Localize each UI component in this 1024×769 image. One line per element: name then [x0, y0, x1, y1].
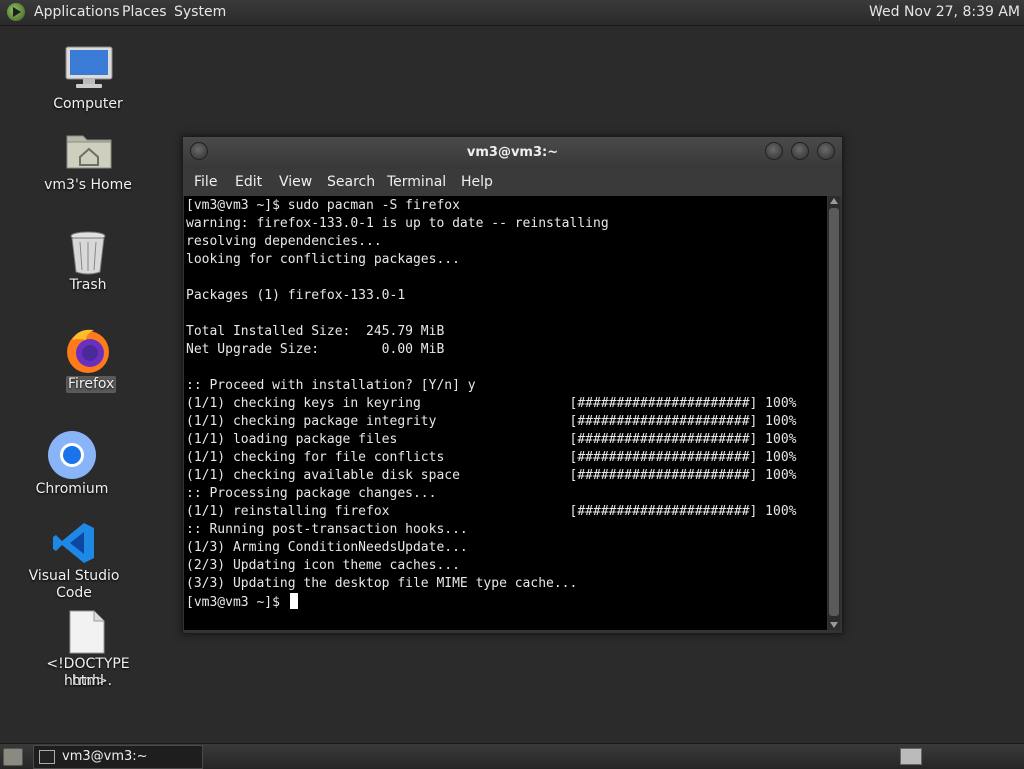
terminal-line: looking for conflicting packages... — [186, 252, 460, 267]
terminal-line: [vm3@vm3 ~]$ — [186, 593, 796, 611]
maximize-button[interactable] — [791, 142, 809, 160]
places-menu[interactable]: Places — [122, 4, 167, 20]
desktop-icon-computer[interactable]: Computer — [38, 44, 138, 114]
terminal-menubar: File Edit View Search Terminal Help — [183, 169, 842, 196]
terminal-line: Net Upgrade Size: 0.00 MiB — [186, 342, 445, 357]
terminal-icon — [39, 750, 55, 764]
terminal-line: warning: firefox-133.0-1 is up to date -… — [186, 216, 609, 231]
menu-file[interactable]: File — [194, 174, 217, 190]
scroll-down-arrow-icon[interactable] — [830, 622, 838, 628]
bottom-panel: vm3@vm3:~ — [0, 743, 1024, 769]
desktop-icon-trash[interactable]: Trash — [38, 228, 138, 298]
menu-view[interactable]: View — [279, 174, 312, 190]
terminal-window[interactable]: vm3@vm3:~ File Edit View Search Terminal… — [182, 136, 843, 634]
desktop-icon-chromium[interactable]: Chromium — [22, 428, 122, 500]
top-panel: Applications Places System Wed Nov 27, 8… — [0, 0, 1024, 26]
taskbar-item-terminal[interactable]: vm3@vm3:~ — [33, 745, 203, 769]
menu-edit[interactable]: Edit — [235, 174, 262, 190]
menu-search[interactable]: Search — [327, 174, 375, 190]
distro-logo-icon[interactable] — [7, 3, 25, 21]
terminal-line: (1/1) checking keys in keyring [########… — [186, 396, 797, 411]
show-desktop-icon[interactable] — [3, 748, 23, 766]
text-file-icon — [69, 610, 105, 654]
scroll-up-arrow-icon[interactable] — [830, 198, 838, 204]
desktop-icon-label: Trash — [69, 277, 107, 293]
close-button[interactable] — [817, 142, 835, 160]
window-titlebar[interactable]: vm3@vm3:~ — [183, 137, 842, 169]
workspace-switcher[interactable] — [900, 748, 922, 765]
taskbar-item-label: vm3@vm3:~ — [62, 749, 148, 764]
applications-menu[interactable]: Applications — [34, 4, 120, 20]
desktop-icon-label: Firefox — [66, 376, 117, 393]
chromium-icon — [48, 431, 96, 479]
scroll-thumb[interactable] — [829, 208, 839, 616]
terminal-output[interactable]: [vm3@vm3 ~]$ sudo pacman -S firefox warni… — [184, 196, 827, 630]
terminal-text: [vm3@vm3 ~]$ sudo pacman -S firefox warni… — [186, 197, 796, 611]
vscode-icon — [53, 523, 94, 563]
terminal-line: Packages (1) firefox-133.0-1 — [186, 288, 406, 303]
system-menu[interactable]: System — [174, 4, 226, 20]
terminal-line: Total Installed Size: 245.79 MiB — [186, 324, 445, 339]
terminal-line: resolving dependencies... — [186, 234, 382, 249]
desktop-icon-firefox[interactable]: Firefox — [38, 324, 138, 396]
desktop-icon-label: vm3's Home — [44, 177, 132, 193]
desktop-icon-label: Chromium — [35, 481, 109, 497]
terminal-line: :: Proceed with installation? [Y/n] y — [186, 378, 476, 393]
terminal-line: (3/3) Updating the desktop file MIME typ… — [186, 576, 578, 591]
terminal-line: [vm3@vm3 ~]$ sudo pacman -S firefox — [186, 198, 460, 213]
terminal-line: (1/1) checking for file conflicts [#####… — [186, 450, 797, 465]
text-cursor — [289, 593, 298, 609]
menu-help[interactable]: Help — [461, 174, 493, 190]
menu-terminal[interactable]: Terminal — [387, 174, 446, 190]
clock[interactable]: Wed Nov 27, 8:39 AM — [869, 4, 1020, 20]
desktop-icon-vscode[interactable]: Visual Studio Code — [12, 518, 136, 601]
terminal-line: (2/3) Updating icon theme caches... — [186, 558, 460, 573]
terminal-line: (1/1) reinstalling firefox [############… — [186, 504, 797, 519]
terminal-line: (1/1) loading package files [###########… — [186, 432, 797, 447]
desktop-icon-home[interactable]: vm3's Home — [38, 126, 138, 196]
minimize-button[interactable] — [765, 142, 783, 160]
desktop-icon-label-line2: html — [72, 673, 104, 689]
desktop-icon-html-file[interactable]: <!DOCTYPE html>. html — [22, 608, 154, 694]
terminal-line: (1/1) checking package integrity [######… — [186, 414, 797, 429]
scrollbar[interactable] — [828, 196, 840, 630]
home-folder-icon — [66, 135, 112, 169]
trash-icon — [70, 231, 106, 275]
terminal-line: (1/1) checking available disk space [###… — [186, 468, 797, 483]
terminal-line: :: Running post-transaction hooks... — [186, 522, 468, 537]
computer-icon — [65, 46, 113, 88]
terminal-line: :: Processing package changes... — [186, 486, 437, 501]
desktop-icon-label: Visual Studio Code — [28, 568, 120, 601]
desktop-icon-label: Computer — [53, 96, 123, 112]
terminal-line: (1/3) Arming ConditionNeedsUpdate... — [186, 540, 468, 555]
firefox-icon — [67, 329, 109, 373]
window-title: vm3@vm3:~ — [466, 145, 559, 160]
